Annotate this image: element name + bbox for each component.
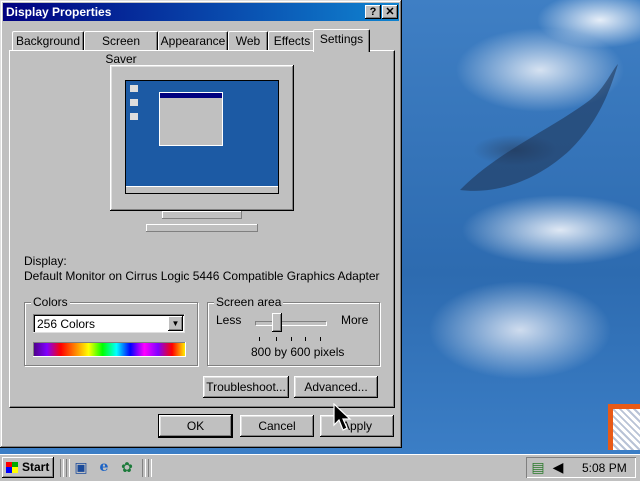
mini-desktop-icon bbox=[130, 113, 138, 120]
desktop-icon[interactable]: ▣ bbox=[73, 459, 89, 475]
desktop-corner-image bbox=[608, 404, 640, 450]
window-title: Display Properties bbox=[6, 5, 112, 19]
display-device: Default Monitor on Cirrus Logic 5446 Com… bbox=[24, 269, 380, 283]
advanced-button[interactable]: Advanced... bbox=[294, 376, 378, 398]
mini-desktop-icon bbox=[130, 85, 138, 92]
cancel-button[interactable]: Cancel bbox=[240, 415, 314, 437]
mini-window bbox=[159, 92, 223, 146]
windows-logo-icon bbox=[6, 462, 18, 473]
mini-taskbar bbox=[126, 186, 278, 193]
system-tray: ▤ ◀ 5:08 PM bbox=[526, 457, 636, 478]
troubleshoot-button[interactable]: Troubleshoot... bbox=[203, 376, 289, 398]
close-icon: ✕ bbox=[385, 6, 395, 18]
tab-web[interactable]: Web bbox=[228, 31, 268, 51]
colors-value: 256 Colors bbox=[37, 317, 96, 331]
tab-appearance[interactable]: Appearance bbox=[158, 31, 228, 51]
monitor-screen bbox=[125, 80, 279, 194]
taskbar-separator bbox=[60, 459, 64, 477]
ok-button[interactable]: OK bbox=[158, 414, 233, 438]
monitor-stand-base bbox=[146, 224, 258, 232]
start-label: Start bbox=[22, 460, 50, 474]
clock[interactable]: 5:08 PM bbox=[582, 461, 627, 475]
slider-tick bbox=[276, 337, 277, 341]
help-button[interactable]: ? bbox=[365, 5, 381, 19]
start-button[interactable]: Start bbox=[2, 457, 54, 478]
tab-settings[interactable]: Settings bbox=[313, 29, 370, 52]
wallpaper-shape bbox=[460, 64, 618, 191]
resolution-slider-thumb[interactable] bbox=[272, 313, 282, 332]
speaker-icon[interactable]: ◀ bbox=[550, 459, 566, 475]
monitor-preview bbox=[110, 65, 294, 211]
resolution-slider-track[interactable] bbox=[255, 321, 327, 326]
mini-desktop-icon bbox=[130, 99, 138, 106]
more-label: More bbox=[341, 313, 369, 327]
slider-tick bbox=[259, 337, 260, 341]
mouse-pointer-icon bbox=[333, 403, 352, 431]
taskbar: Start ▣ e ✿ ▤ ◀ 5:08 PM bbox=[0, 454, 640, 481]
monitor-stand-neck bbox=[162, 211, 242, 219]
display-properties-window: Display Properties ? ✕ Background Screen… bbox=[0, 0, 402, 448]
dropdown-arrow-icon[interactable]: ▼ bbox=[168, 316, 183, 331]
less-label: Less bbox=[216, 313, 242, 327]
color-spectrum-bar bbox=[33, 342, 186, 357]
taskbar-separator bbox=[148, 459, 152, 477]
tab-background[interactable]: Background bbox=[12, 31, 84, 51]
title-bar[interactable]: Display Properties ? ✕ bbox=[3, 3, 399, 21]
slider-tick bbox=[305, 337, 306, 341]
screen-area-legend: Screen area bbox=[214, 295, 284, 309]
display-label: Display: bbox=[24, 254, 67, 268]
scheduler-icon[interactable]: ▤ bbox=[530, 459, 546, 475]
help-icon: ? bbox=[369, 6, 377, 18]
channels-icon[interactable]: ✿ bbox=[119, 459, 135, 475]
taskbar-separator bbox=[66, 459, 70, 477]
taskbar-separator bbox=[142, 459, 146, 477]
tab-effects[interactable]: Effects bbox=[268, 31, 316, 51]
resolution-value: 800 by 600 pixels bbox=[251, 345, 345, 359]
ie-icon[interactable]: e bbox=[96, 459, 112, 475]
colors-select[interactable]: 256 Colors ▼ bbox=[33, 314, 185, 333]
colors-legend: Colors bbox=[31, 295, 70, 309]
apply-button[interactable]: Apply bbox=[320, 415, 394, 437]
slider-tick bbox=[320, 337, 321, 341]
close-button[interactable]: ✕ bbox=[382, 5, 398, 19]
tab-screen-saver[interactable]: Screen Saver bbox=[84, 31, 158, 66]
slider-tick bbox=[291, 337, 292, 341]
